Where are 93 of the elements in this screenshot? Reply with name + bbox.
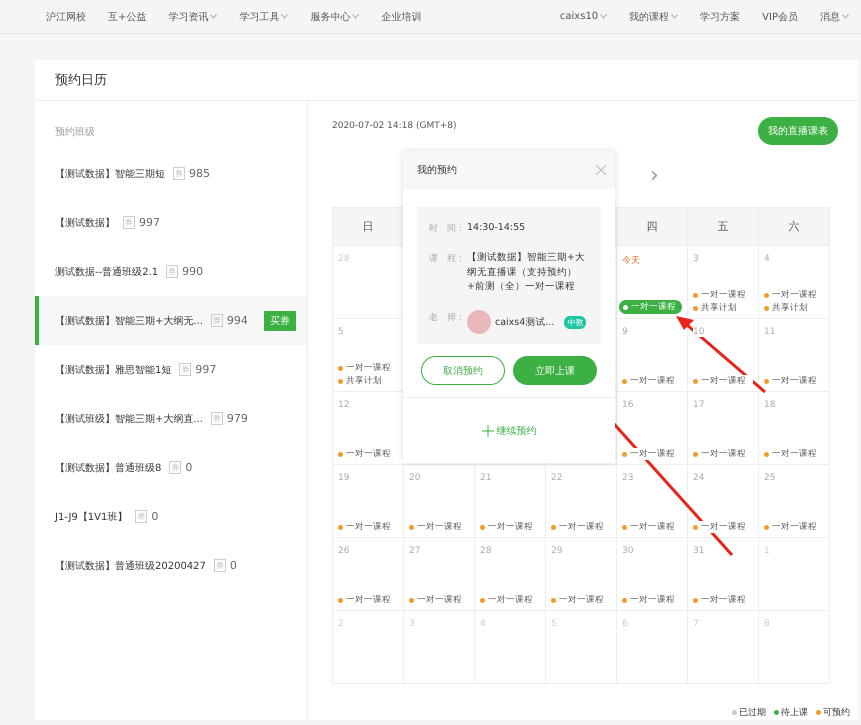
calendar-event[interactable]: 一对一课程	[693, 375, 753, 387]
class-item[interactable]: 【测试数据】雅思智能1短 券 997	[35, 345, 307, 394]
class-item[interactable]: 【测试班级】智能三期+大纲直... 券 979	[35, 394, 307, 443]
coupon-count: 990	[182, 265, 204, 278]
avatar	[467, 310, 491, 334]
nav-link[interactable]: 学习资讯	[168, 10, 208, 24]
class-name: 【测试数据】	[55, 216, 115, 230]
class-item[interactable]: 【测试数据】 券 997	[35, 198, 307, 247]
day-number: 24	[693, 473, 704, 483]
day-number: 3	[693, 254, 699, 264]
day-number: 23	[622, 473, 634, 483]
popup-title: 我的预约	[417, 164, 457, 177]
day-number: 27	[409, 546, 420, 556]
coupon-tag: 券	[123, 216, 135, 229]
class-name: 【测试班级】智能三期+大纲直...	[55, 412, 203, 426]
field-label: 课 程：	[429, 252, 466, 266]
class-item[interactable]: 【测试数据】智能三期+大纲无... 券 994 买券	[35, 296, 307, 345]
coupon-count: 0	[185, 461, 192, 474]
coupon-tag: 券	[210, 314, 223, 327]
legend-label: 待上课	[781, 706, 808, 719]
weekday-label: 四	[646, 220, 658, 233]
day-number: 16	[622, 400, 634, 410]
nav-link[interactable]: 服务中心	[310, 10, 350, 24]
class-name: 【测试数据】普通班级20200427	[55, 560, 206, 572]
field-value: 14:30-14:55	[467, 221, 526, 235]
coupon-tag: 券	[169, 461, 182, 474]
field-label: 时 间：	[429, 222, 466, 235]
legend-label: 可预约	[823, 706, 850, 719]
class-item[interactable]: 【测试数据】智能三期短 券 985	[35, 149, 307, 198]
day-number: 31	[693, 546, 704, 556]
day-number: 26	[338, 546, 350, 556]
nav-link[interactable]: 我的课程	[629, 10, 670, 24]
nav-link[interactable]: 企业培训	[381, 10, 422, 24]
day-number: 9	[622, 327, 628, 337]
class-name: 【测试数据】智能三期+大纲无...	[55, 314, 203, 328]
coupon-tag: 券	[214, 559, 226, 572]
coupon-tag: 券	[179, 363, 192, 376]
class-name: 【测试数据】智能三期短	[55, 168, 165, 180]
class-name: 【测试数据】普通班级8	[55, 462, 162, 474]
field-value: 【测试数据】智能三期+大纲无直播课（支持预约）+前测（全）一对一课程	[467, 251, 586, 294]
nav-link[interactable]: caixs10	[560, 11, 598, 22]
day-number: 30	[622, 546, 634, 556]
timestamp: 2020-07-02 14:18 (GMT+8)	[332, 121, 456, 131]
day-number: 11	[764, 327, 776, 337]
coupon-count: 997	[139, 216, 160, 229]
teacher-badge: 中教	[564, 316, 586, 328]
nav-link[interactable]: 学习工具	[239, 10, 280, 24]
coupon-tag: 券	[166, 265, 178, 278]
coupon-count: 985	[189, 167, 210, 180]
class-item[interactable]: 测试数据--普通班级2.1 券 990	[35, 247, 307, 296]
coupon-count: 0	[230, 559, 237, 572]
coupon-tag: 券	[173, 167, 185, 180]
class-item[interactable]: J1-J9【1V1班】 券 0	[35, 492, 307, 541]
day-number: 18	[764, 400, 776, 410]
nav-link[interactable]: 互+公益	[108, 10, 146, 24]
class-item[interactable]: 【测试数据】普通班级8 券 0	[35, 443, 307, 492]
day-number: 21	[480, 473, 492, 483]
day-number: 28	[480, 546, 492, 556]
weekday-label: 日	[362, 220, 374, 233]
day-number: 5	[338, 327, 344, 337]
teacher-name: caixs4测试...	[495, 316, 554, 328]
day-number: 12	[338, 400, 350, 410]
class-name: 【测试数据】雅思智能1短	[55, 364, 172, 376]
today-label: 今天	[622, 254, 640, 267]
coupon-count: 979	[226, 412, 248, 425]
nav-link[interactable]: 沪江网校	[46, 10, 86, 24]
nav-link[interactable]: VIP会员	[762, 10, 798, 24]
coupon-count: 994	[226, 314, 248, 327]
nav-link[interactable]: 学习方案	[700, 10, 740, 24]
class-item[interactable]: 【测试数据】普通班级20200427 券 0	[35, 541, 307, 590]
weekday-label: 五	[718, 220, 728, 233]
field-label: 老 师：	[429, 312, 466, 324]
day-number: 17	[693, 400, 704, 410]
day-number: 10	[693, 327, 704, 337]
legend-label: 已过期	[739, 706, 766, 719]
day-number: 22	[551, 473, 562, 483]
close-icon[interactable]	[595, 164, 607, 176]
day-number: 25	[764, 473, 776, 483]
coupon-count: 0	[151, 510, 158, 523]
weekday-label: 六	[788, 220, 800, 233]
class-name: J1-J9【1V1班】	[55, 510, 128, 524]
day-number: 29	[551, 546, 562, 556]
coupon-count: 997	[195, 363, 216, 376]
day-number: 20	[409, 473, 420, 483]
page-title: 预约日历	[55, 72, 107, 89]
plus-icon	[482, 424, 494, 436]
coupon-tag: 券	[135, 510, 148, 523]
day-number: 4	[764, 254, 770, 264]
section-heading: 预约班级	[55, 127, 95, 138]
nav-link[interactable]: 消息	[820, 10, 840, 24]
coupon-tag: 券	[210, 412, 223, 425]
class-name: 测试数据--普通班级2.1	[55, 266, 158, 278]
day-number: 19	[338, 473, 350, 483]
